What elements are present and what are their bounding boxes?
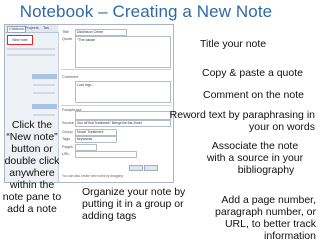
selected-note-card[interactable] (32, 104, 57, 109)
tab-citations[interactable]: Citations (7, 26, 26, 33)
tab-projects[interactable]: Projects (25, 26, 39, 31)
group-value: Novel Treatment (77, 130, 104, 134)
pages-field[interactable] (75, 144, 97, 151)
hint-text: You can also create new notes by draggin… (62, 174, 123, 178)
callout-organize: Organize your note by putting it in a gr… (82, 186, 186, 222)
source-value: Gun off that Trademark" Beings the this … (77, 121, 142, 125)
callout-associate-source: Associate the note with a source in your… (206, 140, 304, 176)
callout-comment: Comment on the note (203, 89, 304, 101)
page-title: Notebook – Creating a New Note (19, 2, 273, 21)
selected-note-card[interactable] (32, 74, 57, 79)
quote-value: "The cause (77, 38, 96, 42)
tags-value: keywords (77, 137, 93, 141)
callout-copy-paste: Copy & paste a quote (202, 67, 303, 79)
group-select[interactable]: Novel Treatment (75, 129, 117, 136)
quote-field[interactable]: "The cause (75, 36, 171, 68)
callout-add-page: Add a page number, paragraph number, or … (215, 194, 316, 242)
title-field[interactable]: Dickinson Crime (75, 29, 127, 36)
save-button[interactable] (129, 165, 143, 171)
note-editor: Title Dickinson Crime Quote "The cause C… (59, 25, 173, 182)
tab-bar: Citations Projects Tas (5, 25, 58, 33)
title-label: Title (62, 30, 70, 34)
cancel-button[interactable] (144, 165, 158, 171)
tags-field[interactable]: keywords (75, 136, 117, 143)
new-note-button[interactable]: New note (7, 35, 33, 45)
callout-title: Title your note (200, 38, 267, 50)
source-select[interactable]: Gun off that Trademark" Beings the this … (75, 120, 171, 127)
title-value: Dickinson Crime (77, 30, 104, 34)
tab-tasks[interactable]: Tas (43, 26, 49, 31)
comment-label: Comment (62, 75, 79, 79)
comment-field[interactable]: Lost Ingr... (75, 81, 171, 103)
callout-reword: Reword text by paraphrasing in your on w… (169, 109, 315, 133)
paraphrase-field[interactable] (75, 111, 171, 120)
url-field[interactable] (75, 151, 137, 158)
comment-value: Lost Ingr... (77, 83, 94, 87)
quote-label: Quote (62, 37, 73, 41)
callout-click-new-note: Click the “New note” button or double cl… (2, 119, 62, 215)
